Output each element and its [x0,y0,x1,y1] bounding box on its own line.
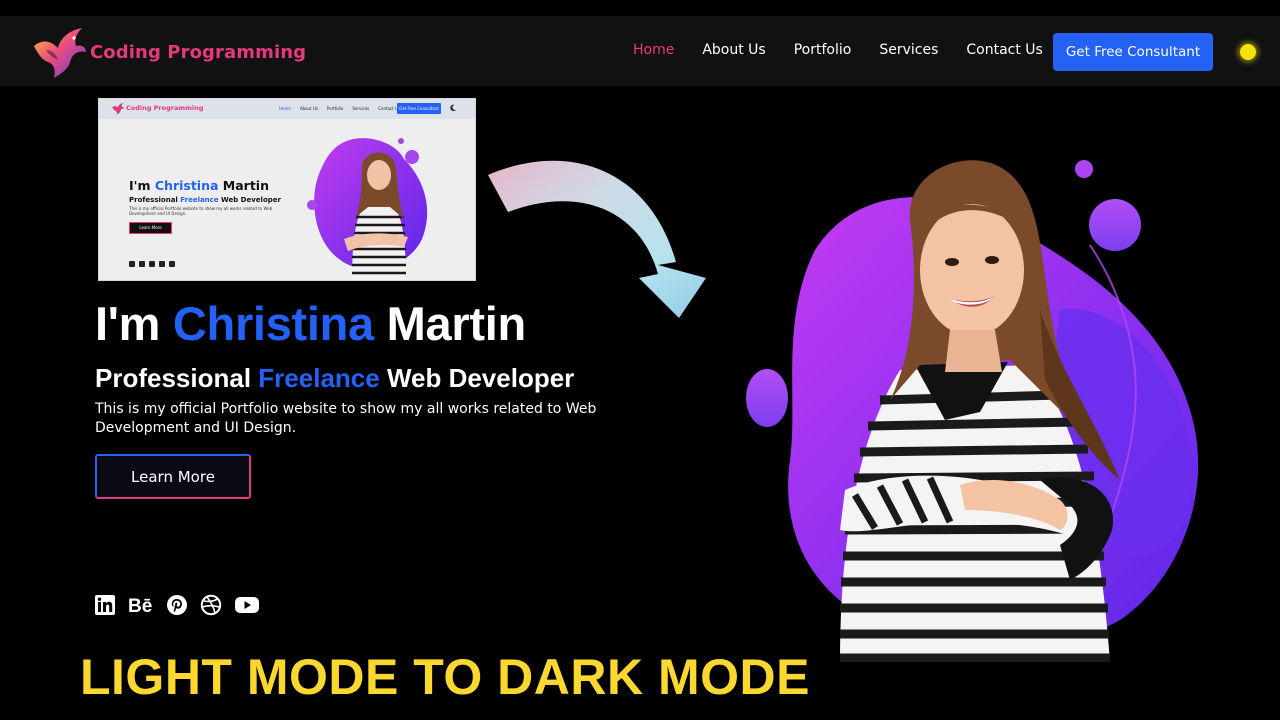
preview-learn-more-button: Learn More [129,222,172,234]
behance-icon[interactable]: Bē [128,594,154,616]
dribbble-icon[interactable] [200,594,222,616]
preview-phoenix-logo-icon [112,102,125,115]
nav-item-home[interactable]: Home [633,42,674,58]
nav-item-contact-us[interactable]: Contact Us [966,42,1042,58]
preview-dribbble-icon [159,261,165,267]
nav-item-about-us[interactable]: About Us [702,42,765,58]
sun-icon[interactable] [1240,44,1256,60]
preview-nav-item-home: Home [279,106,291,111]
linkedin-icon[interactable] [94,594,116,616]
hero-description: This is my official Portfolio website to… [95,401,597,436]
preview-nav-item-services: Services [352,106,370,111]
nav-item-portfolio[interactable]: Portfolio [794,42,852,58]
hero-subheadline: Professional Freelance Web Developer [95,363,575,393]
nav-links: Home About Us Portfolio Services Contact… [633,42,1071,58]
preview-nav-links: Home About Us Portfolio Services Contact… [279,106,409,111]
svg-text:Bē: Bē [128,596,152,616]
preview-behance-icon [139,261,145,267]
preview-cta-button: Get Free Consultant [397,103,441,114]
preview-social-icons [129,261,175,267]
hero-headline: I'm Christina Martin [95,297,526,350]
preview-brand-name: Coding Programming [126,104,204,112]
pinterest-icon[interactable] [166,594,188,616]
preview-pinterest-icon [149,261,155,267]
preview-headline: I'm Christina Martin [129,178,269,193]
preview-nav-item-portfolio: Portfolio [326,106,344,111]
hero-subhead-highlight: Freelance [258,363,380,393]
social-links: Bē [94,594,272,616]
learn-more-button[interactable]: Learn More [95,454,251,499]
preview-subheadline: Professional Freelance Web Developer [129,196,281,204]
hero-name-highlight: Christina [172,297,374,350]
preview-youtube-icon [169,261,175,267]
preview-description: This is my official Portfolio website to… [129,206,273,216]
top-strip [0,0,1280,16]
preview-nav-item-about-us: About Us [299,106,318,111]
youtube-icon[interactable] [234,594,260,616]
phoenix-logo-icon [34,28,86,78]
preview-linkedin-icon [129,261,135,267]
preview-hero-illustration [307,138,428,280]
light-mode-preview: Coding Programming Home About Us Portfol… [98,98,476,281]
moon-icon [450,104,457,112]
preview-navbar: Coding Programming Home About Us Portfol… [99,99,475,119]
navbar: Coding Programming Home About Us Portfol… [0,16,1280,86]
brand-name: Coding Programming [90,41,307,63]
get-free-consultant-button[interactable]: Get Free Consultant [1053,33,1213,71]
hero-illustration [746,160,1199,662]
brand[interactable]: Coding Programming [30,24,306,80]
nav-item-services[interactable]: Services [879,42,938,58]
caption-light-to-dark: LIGHT MODE TO DARK MODE [80,649,811,705]
